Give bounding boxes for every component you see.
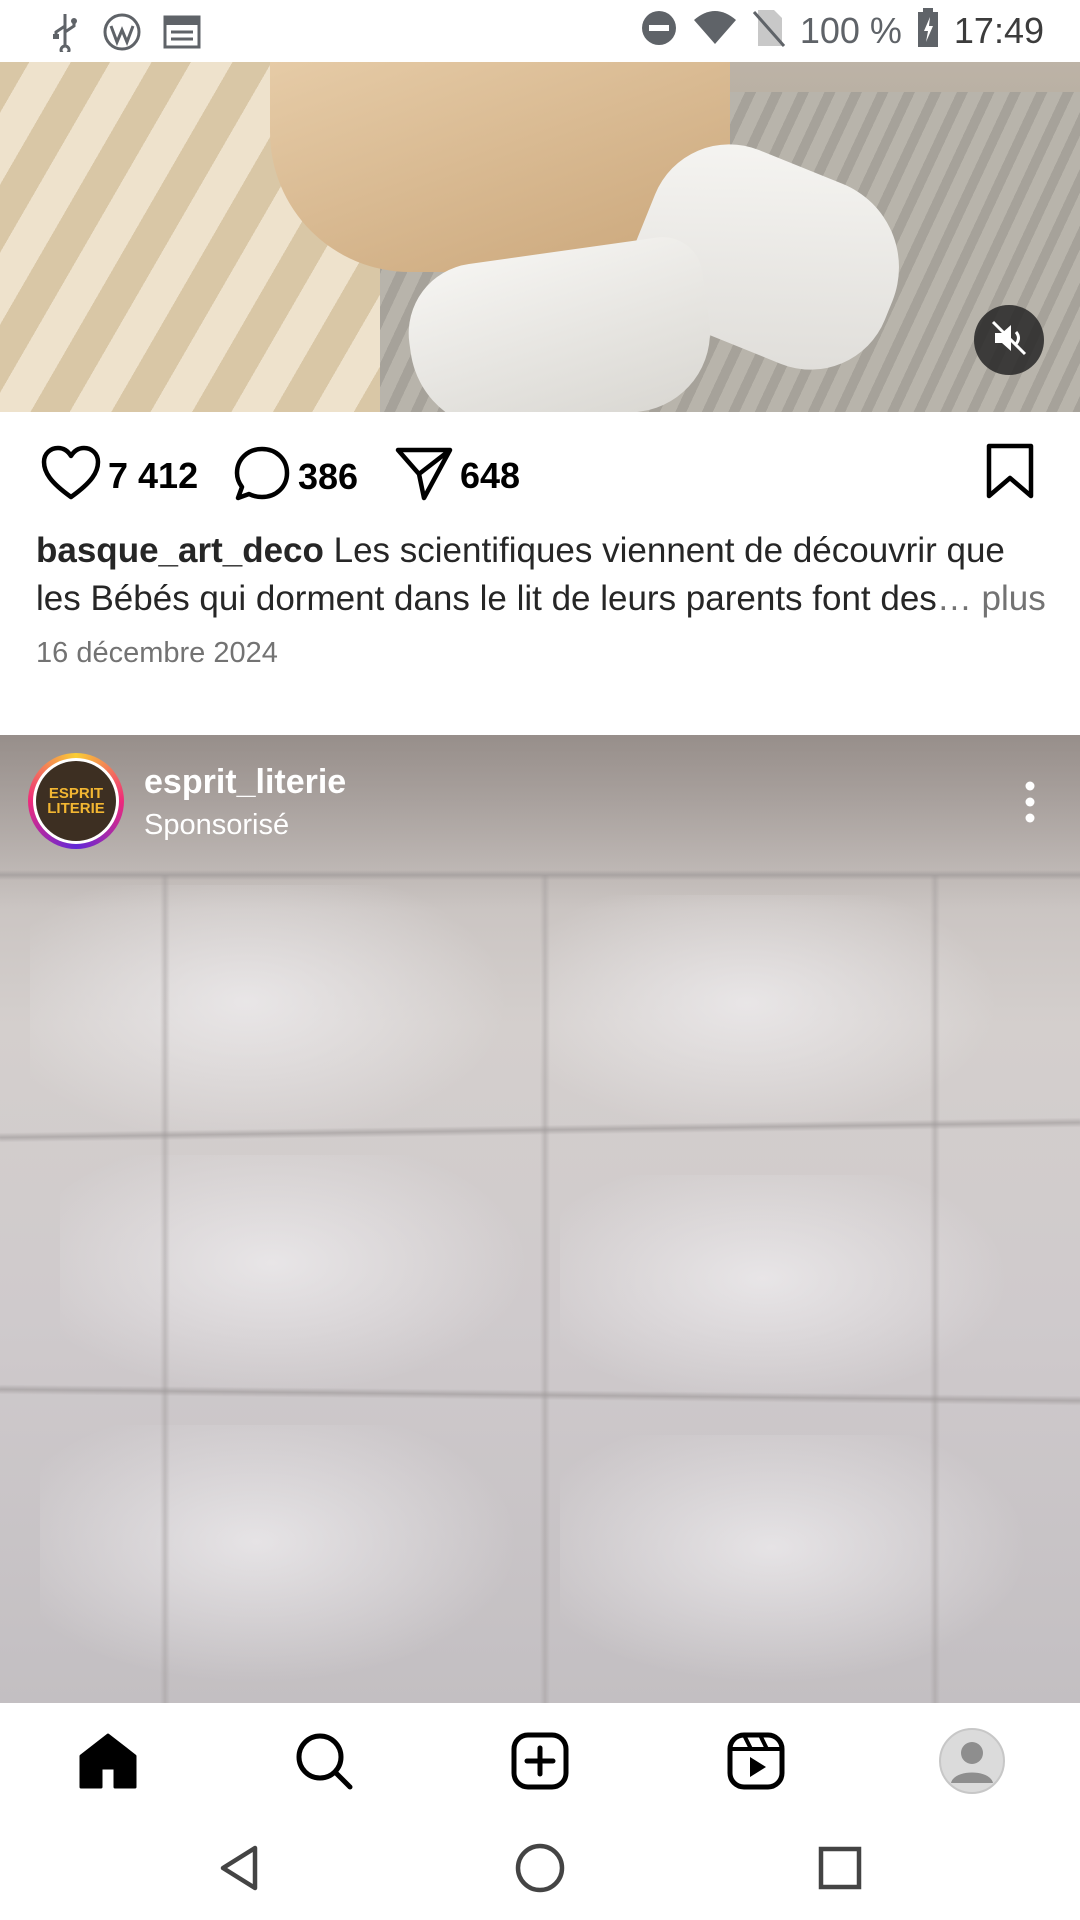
caption-more-link[interactable]: plus [972, 579, 1046, 618]
caption-username[interactable]: basque_art_deco [36, 531, 324, 570]
clock: 17:49 [953, 9, 1044, 51]
nav-create[interactable] [502, 1725, 578, 1801]
back-icon [215, 1843, 265, 1898]
bottom-navigation [0, 1703, 1080, 1815]
more-vertical-icon [1024, 781, 1036, 827]
create-icon [510, 1731, 570, 1796]
share-icon [394, 444, 454, 507]
reels-icon [726, 1731, 786, 1796]
home-icon [77, 1732, 139, 1795]
nav-profile[interactable] [934, 1725, 1010, 1801]
post-caption: basque_art_deco Les scientifiques vienne… [36, 527, 1046, 623]
comment-count: 386 [298, 455, 359, 497]
like-button[interactable]: 7 412 [40, 444, 198, 507]
share-count: 648 [460, 454, 521, 496]
logo-text-line1: ESPRIT [48, 785, 104, 802]
system-back-button[interactable] [210, 1840, 270, 1900]
muted-speaker-icon [989, 318, 1029, 363]
sponsored-post-media[interactable] [0, 735, 1080, 1703]
like-count: 7 412 [108, 454, 199, 496]
system-navigation-bar [0, 1815, 1080, 1920]
dnd-icon [640, 9, 678, 52]
search-icon [294, 1731, 354, 1796]
home-circle-icon [514, 1842, 566, 1899]
system-home-button[interactable] [510, 1840, 570, 1900]
status-bar: 100 % 17:49 [0, 0, 1080, 62]
mute-button[interactable] [974, 305, 1044, 375]
nav-reels[interactable] [718, 1725, 794, 1801]
avatar[interactable]: ESPRIT LITERIE [28, 753, 124, 849]
share-button[interactable]: 648 [394, 444, 520, 507]
sponsored-post-header: ESPRIT LITERIE esprit_literie Sponsorisé [0, 735, 1080, 865]
no-sim-icon [752, 8, 786, 53]
brand-logo: ESPRIT LITERIE [36, 761, 116, 841]
post-date: 16 décembre 2024 [36, 637, 278, 669]
caption-ellipsis: … [936, 579, 972, 618]
nav-search[interactable] [286, 1725, 362, 1801]
logo-text-line2: LITERIE [47, 800, 105, 817]
sponsored-label: Sponsorisé [144, 809, 290, 841]
calendar-icon [162, 14, 202, 55]
post-actions: 7 412 386 648 [0, 412, 1080, 532]
heart-icon [40, 444, 102, 507]
save-button[interactable] [984, 442, 1036, 505]
comment-icon [232, 444, 292, 509]
bookmark-icon [984, 443, 1036, 504]
battery-icon [916, 8, 940, 53]
battery-percent: 100 % [799, 9, 902, 51]
system-recents-button[interactable] [810, 1840, 870, 1900]
profile-icon [938, 1727, 1006, 1800]
wordpress-icon [102, 12, 142, 57]
post-media-video[interactable] [0, 62, 1080, 412]
sponsored-username[interactable]: esprit_literie [144, 763, 346, 802]
nav-home[interactable] [70, 1725, 146, 1801]
usb-icon [48, 12, 82, 57]
comment-button[interactable]: 386 [232, 444, 358, 509]
wifi-icon [692, 10, 738, 51]
recents-icon [816, 1844, 864, 1897]
more-options-button[interactable] [1024, 781, 1036, 828]
